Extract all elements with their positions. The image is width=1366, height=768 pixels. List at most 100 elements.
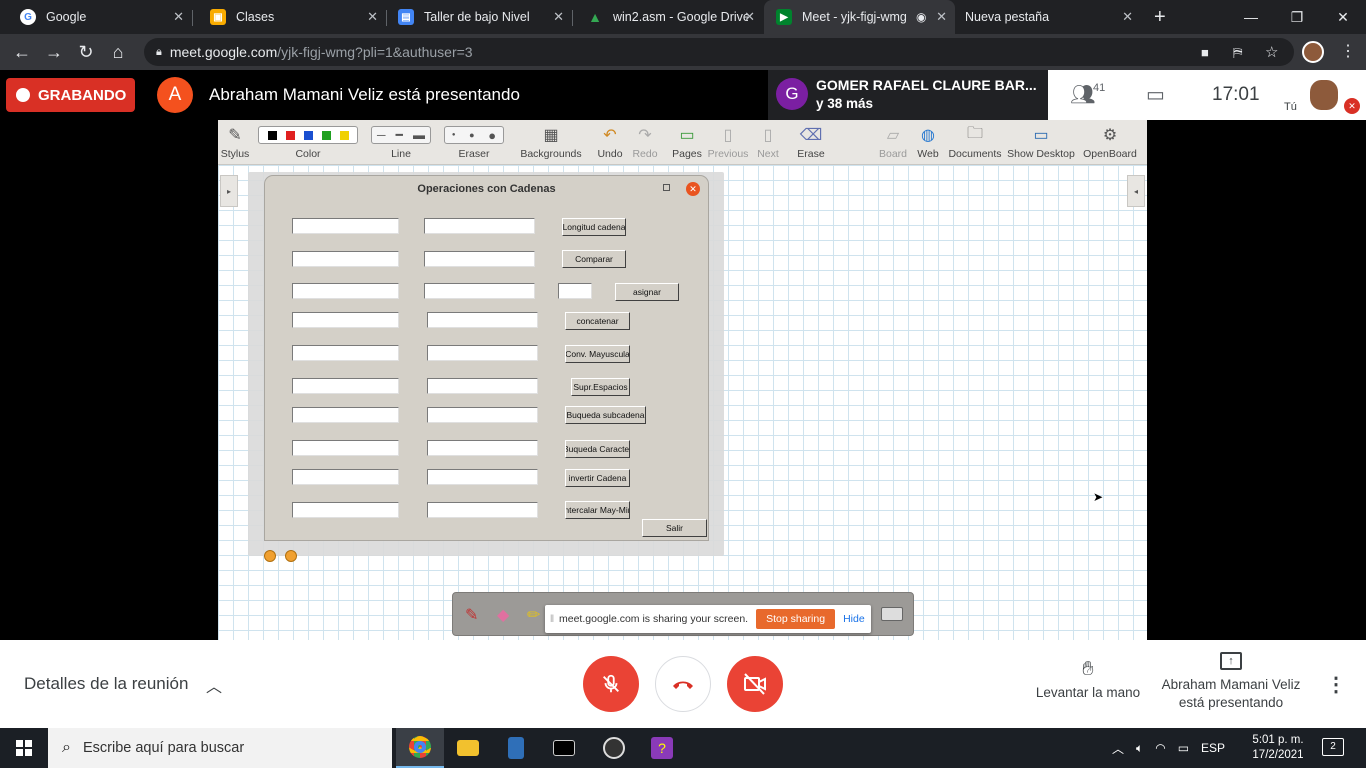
address-bar[interactable]: 🔒︎ meet.google.com/yjk-figj-wmg?pli=1&au…: [144, 38, 1294, 66]
right-panel-tab[interactable]: ◂: [1127, 175, 1145, 207]
reload-icon[interactable]: ↻: [74, 40, 98, 64]
tool-backgrounds[interactable]: ▦ Backgrounds: [520, 122, 582, 160]
tab-clases[interactable]: ▣ Clases ✕: [190, 0, 386, 34]
color-swatch[interactable]: [303, 130, 313, 140]
restore-icon[interactable]: ❐: [1274, 0, 1320, 34]
tab-meet[interactable]: ▶ Meet - yjk-figj-wmg ◉ ✕: [764, 0, 955, 34]
output-espacios[interactable]: [427, 378, 538, 394]
pen-icon[interactable]: ✎: [465, 605, 478, 625]
color-swatch[interactable]: [267, 130, 277, 140]
stop-sharing-button[interactable]: Stop sharing: [756, 609, 836, 629]
tab-nueva[interactable]: Nueva pestaña ✕: [945, 0, 1141, 34]
eraser-size-icon[interactable]: ● ● ●: [444, 126, 504, 144]
output-invertir[interactable]: [427, 469, 538, 485]
taskbar-chrome[interactable]: [396, 728, 444, 768]
input-asignar-2[interactable]: [424, 283, 535, 299]
participant-tile[interactable]: G GOMER RAFAEL CLAURE BAR... y 38 más: [768, 70, 1048, 120]
tool-erase[interactable]: ⌫ Erase: [794, 122, 828, 160]
color-swatch[interactable]: [339, 130, 349, 140]
close-window-icon[interactable]: ✕: [1320, 0, 1366, 34]
language-indicator[interactable]: ESP: [1201, 741, 1225, 755]
tool-openboard[interactable]: ⚙ OpenBoard: [1078, 122, 1142, 160]
tab-google[interactable]: G Google ✕: [0, 0, 192, 34]
tool-undo[interactable]: ↶ Undo: [594, 122, 626, 160]
close-icon[interactable]: ✕: [686, 182, 700, 196]
color-palette-icon[interactable]: [258, 126, 358, 144]
output-longitud[interactable]: [424, 218, 535, 234]
tool-redo[interactable]: ↷ Redo: [630, 122, 660, 160]
salir-button[interactable]: Salir: [642, 519, 707, 537]
camera-toggle-button[interactable]: [727, 656, 783, 712]
tool-line[interactable]: ─ ━ ▬ Line: [370, 122, 432, 160]
input-subcadena-2[interactable]: [427, 407, 538, 423]
input-asignar-1[interactable]: [292, 283, 399, 299]
comparar-button[interactable]: Comparar: [562, 250, 626, 268]
tool-show-desktop[interactable]: ▭ Show Desktop: [1006, 122, 1076, 160]
speaker-icon[interactable]: 🔈︎: [1136, 741, 1143, 756]
maximize-icon[interactable]: [663, 184, 670, 191]
input-cadena-1[interactable]: [292, 218, 399, 234]
tab-taller[interactable]: ▤ Taller de bajo Nivel ✕: [378, 0, 572, 34]
color-swatch[interactable]: [321, 130, 331, 140]
input-intercalar-1[interactable]: [292, 502, 399, 518]
drag-handle-icon[interactable]: ‖: [545, 613, 559, 625]
new-tab-button[interactable]: +: [1154, 0, 1178, 34]
battery-icon[interactable]: ▭: [1178, 741, 1189, 755]
tool-eraser[interactable]: ● ● ● Eraser: [444, 122, 504, 160]
input-invertir-1[interactable]: [292, 469, 399, 485]
camera-in-use-icon[interactable]: ■: [1201, 45, 1209, 60]
output-intercalar[interactable]: [427, 502, 538, 518]
input-comparar-1[interactable]: [292, 251, 399, 267]
taskbar-obs[interactable]: [590, 728, 638, 768]
input-comparar-2[interactable]: [424, 251, 535, 267]
start-button[interactable]: [0, 728, 48, 768]
close-icon[interactable]: ✕: [1122, 9, 1133, 25]
notification-center-icon[interactable]: 2: [1322, 738, 1344, 756]
bookmark-star-icon[interactable]: ☆: [1265, 43, 1278, 61]
intercalar-may-min-button[interactable]: intercalar May-Min: [565, 501, 630, 519]
taskbar-terminal[interactable]: [540, 728, 588, 768]
input-asignar-pos[interactable]: [558, 283, 592, 299]
menu-kebab-icon[interactable]: ⋮: [1340, 41, 1356, 61]
tool-previous[interactable]: ▯ Previous: [706, 122, 750, 160]
wifi-icon[interactable]: ◠: [1155, 741, 1165, 755]
conv-mayuscula-button[interactable]: Conv. Mayuscula: [565, 345, 630, 363]
taskbar-clock[interactable]: 5:01 p. m. 17/2/2021: [1250, 733, 1306, 763]
close-icon[interactable]: ✕: [744, 9, 755, 25]
tool-board[interactable]: ▱ Board: [876, 122, 910, 160]
taskbar-search[interactable]: ⌕ Escribe aquí para buscar: [48, 728, 392, 768]
input-mayus-1[interactable]: [292, 345, 399, 361]
close-icon[interactable]: ✕: [553, 9, 564, 25]
asignar-button[interactable]: asignar: [615, 283, 679, 301]
buqueda-subcadena-button[interactable]: Buqueda subcadena: [565, 406, 646, 424]
home-icon[interactable]: ⌂: [106, 40, 130, 64]
tool-color[interactable]: Color: [258, 122, 358, 160]
people-icon[interactable]: 👥︎: [1070, 82, 1095, 107]
forward-arrow-icon[interactable]: →: [42, 40, 66, 64]
buqueda-caracter-button[interactable]: Buqueda Caracter: [565, 440, 630, 458]
translate-icon[interactable]: ⛿: [1233, 45, 1242, 61]
color-swatch[interactable]: [285, 130, 295, 140]
close-icon[interactable]: ✕: [367, 9, 378, 25]
input-espacios-1[interactable]: [292, 378, 399, 394]
tool-stylus[interactable]: ✎ Stylus: [220, 122, 250, 160]
taskbar-calculator[interactable]: [492, 728, 540, 768]
hang-up-button[interactable]: [655, 656, 711, 712]
concatenar-button[interactable]: concatenar: [565, 312, 630, 330]
tool-pages[interactable]: ▭ Pages: [670, 122, 704, 160]
taskbar-file-explorer[interactable]: [444, 728, 492, 768]
hide-notice-link[interactable]: Hide: [843, 613, 865, 625]
item-menu-handle-icon[interactable]: [264, 550, 276, 562]
longitud-cadena-button[interactable]: Longitud cadena: [562, 218, 626, 236]
left-panel-tab[interactable]: ▸: [220, 175, 238, 207]
eraser-icon[interactable]: ◆: [497, 605, 509, 625]
minimize-icon[interactable]: —: [1228, 0, 1274, 34]
taskbar-helper-app[interactable]: ?: [638, 728, 686, 768]
chevron-up-icon[interactable]: ︿: [206, 673, 222, 697]
keyboard-icon[interactable]: [881, 607, 903, 621]
meeting-details-toggle[interactable]: Detalles de la reunión: [24, 674, 188, 694]
input-concat-1[interactable]: [292, 312, 399, 328]
input-caracter-1[interactable]: [292, 440, 399, 456]
profile-avatar[interactable]: [1302, 41, 1324, 63]
input-subcadena-1[interactable]: [292, 407, 399, 423]
